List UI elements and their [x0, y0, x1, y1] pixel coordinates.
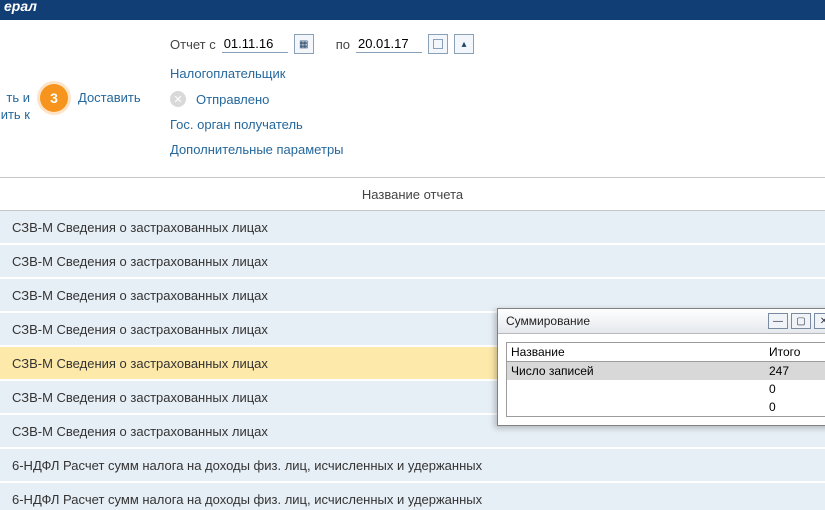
param-sent-label: Отправлено [196, 92, 269, 107]
app-top-bar: ерал [0, 0, 825, 20]
report-row-title: 6-НДФЛ Расчет сумм налога на доходы физ.… [12, 458, 482, 473]
step-label[interactable]: Доставить [78, 84, 141, 112]
window-title: Суммирование [506, 314, 765, 328]
report-row-title: СЗВ-М Сведения о застрахованных лицах [12, 220, 268, 235]
clear-icon[interactable]: ✕ [170, 91, 186, 107]
left-cut-line2: ить к [0, 106, 30, 123]
date-from-label: Отчет с [170, 37, 216, 52]
date-to-label: по [336, 37, 350, 52]
sum-col-total: Итого [769, 345, 825, 359]
report-row-title: СЗВ-М Сведения о застрахованных лицах [12, 390, 268, 405]
sum-col-name: Название [507, 345, 769, 359]
calendar-icon[interactable] [428, 34, 448, 54]
date-range-row: Отчет с ▦ по ▴ [170, 34, 825, 54]
wizard-step: 3 Доставить [30, 34, 170, 167]
param-gov-body-label: Гос. орган получатель [170, 117, 303, 132]
parameters-column: Отчет с ▦ по ▴ Налогоплательщик ✕ Отправ… [170, 34, 825, 167]
date-to-input[interactable] [356, 35, 422, 53]
window-titlebar[interactable]: Суммирование — ▢ ✕ [498, 309, 825, 334]
param-extra[interactable]: Дополнительные параметры [170, 142, 825, 157]
date-from-input[interactable] [222, 35, 288, 53]
report-row-title: СЗВ-М Сведения о застрахованных лицах [12, 288, 268, 303]
left-cut-text: ть и ить к [0, 34, 30, 167]
expand-up-icon[interactable]: ▴ [454, 34, 474, 54]
sum-row[interactable]: Число записей247 [507, 362, 825, 380]
calendar-icon[interactable]: ▦ [294, 34, 314, 54]
sum-row[interactable]: 0 [507, 398, 825, 416]
param-sent[interactable]: ✕ Отправлено [170, 91, 825, 107]
report-row-title: СЗВ-М Сведения о застрахованных лицах [12, 424, 268, 439]
report-row-title: СЗВ-М Сведения о застрахованных лицах [12, 322, 268, 337]
left-cut-line1: ть и [0, 89, 30, 106]
param-taxpayer[interactable]: Налогоплательщик [170, 66, 825, 81]
report-row[interactable]: СЗВ-М Сведения о застрахованных лицах [0, 245, 825, 279]
report-row[interactable]: 6-НДФЛ Расчет сумм налога на доходы физ.… [0, 483, 825, 510]
sum-row-name: Число записей [507, 364, 769, 378]
sum-row[interactable]: 0 [507, 380, 825, 398]
param-extra-label: Дополнительные параметры [170, 142, 344, 157]
summation-grid: Название Итого Число записей247 0 0 [506, 342, 825, 417]
report-row-title: СЗВ-М Сведения о застрахованных лицах [12, 356, 268, 371]
step-number-badge: 3 [40, 84, 68, 112]
report-row-title: СЗВ-М Сведения о застрахованных лицах [12, 254, 268, 269]
report-table-header: Название отчета [0, 177, 825, 211]
sum-header-row: Название Итого [507, 343, 825, 362]
brand-fragment: ерал [4, 0, 37, 14]
minimize-icon[interactable]: — [768, 313, 788, 329]
filter-panel: ть и ить к 3 Доставить Отчет с ▦ по ▴ На… [0, 20, 825, 177]
report-row[interactable]: 6-НДФЛ Расчет сумм налога на доходы физ.… [0, 449, 825, 483]
sum-row-value: 0 [769, 400, 825, 414]
close-icon[interactable]: ✕ [814, 313, 825, 329]
sum-row-value: 247 [769, 364, 825, 378]
param-gov-body[interactable]: Гос. орган получатель [170, 117, 825, 132]
report-row[interactable]: СЗВ-М Сведения о застрахованных лицах [0, 211, 825, 245]
report-row-title: 6-НДФЛ Расчет сумм налога на доходы физ.… [12, 492, 482, 507]
maximize-icon[interactable]: ▢ [791, 313, 811, 329]
sum-row-value: 0 [769, 382, 825, 396]
param-taxpayer-label: Налогоплательщик [170, 66, 285, 81]
summation-window[interactable]: Суммирование — ▢ ✕ Название Итого Число … [497, 308, 825, 426]
col-report-name: Название отчета [362, 187, 463, 202]
window-body: Название Итого Число записей247 0 0 [498, 334, 825, 425]
